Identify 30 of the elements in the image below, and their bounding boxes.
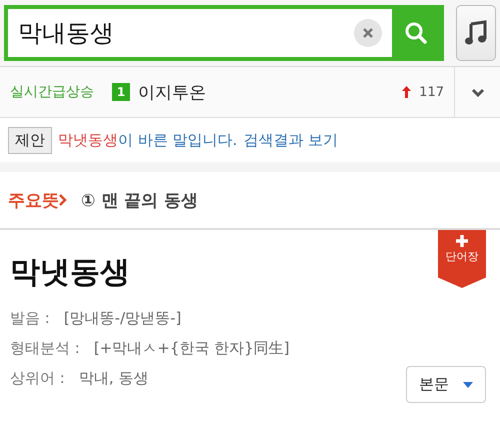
search-results-link[interactable]: 검색결과 보기	[243, 130, 338, 150]
trending-label: 실시간급상승	[10, 83, 94, 101]
field-value: [망내똥-/망낻똥-]	[64, 308, 182, 328]
close-icon	[362, 27, 374, 39]
chevron-icon	[470, 88, 484, 96]
search-field[interactable]: 막내동생	[8, 9, 354, 57]
wordbook-button[interactable]: 단어장	[438, 230, 486, 288]
music-note-icon	[465, 20, 487, 46]
field-label: 발음 :	[10, 308, 50, 328]
field-value: [+막내ㅅ+{한국 한자}同生]	[94, 338, 290, 358]
chevron-right-icon	[59, 194, 67, 206]
suggestion-message: 이 바른 말입니다.	[118, 130, 238, 150]
search-icon	[404, 21, 428, 45]
caret-icon	[463, 382, 473, 388]
up-arrow-icon	[402, 86, 412, 98]
clear-button[interactable]	[354, 19, 382, 47]
field-label: 형태분석 :	[10, 338, 80, 358]
suggested-word: 막냇동생	[58, 130, 118, 150]
suggestion-tag: 제안	[8, 126, 52, 154]
plus-icon	[455, 234, 469, 248]
rank-number: 1	[112, 83, 130, 101]
rank-change: 117	[419, 84, 444, 100]
section-dropdown[interactable]: 본문	[406, 366, 486, 403]
main-meaning-text: ① 맨 끝의 동생	[81, 190, 198, 212]
trending-term[interactable]: 이지투온	[138, 80, 394, 104]
headword: 막냇동생	[10, 254, 130, 292]
main-meaning-label: 주요뜻	[8, 190, 59, 212]
field-value: 막내, 동생	[78, 368, 148, 388]
field-label: 상위어 :	[10, 368, 65, 388]
music-button[interactable]	[456, 5, 496, 61]
